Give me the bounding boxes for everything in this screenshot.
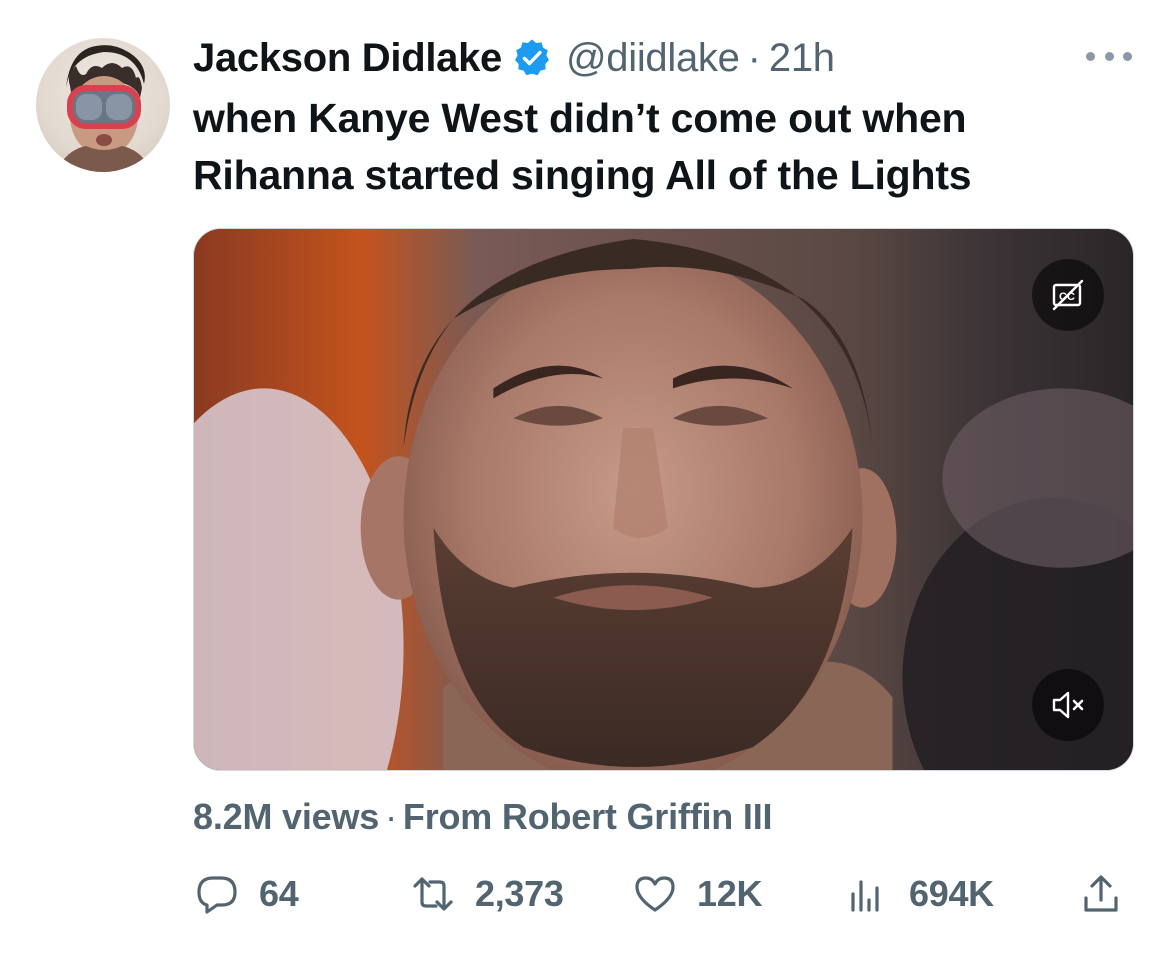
reply-icon: [193, 870, 241, 918]
author-name[interactable]: Jackson Didlake: [193, 36, 502, 81]
views-icon: [843, 870, 891, 918]
views-button[interactable]: 694K: [843, 862, 994, 926]
retweet-button[interactable]: 2,373: [409, 862, 564, 926]
muted-speaker-icon: [1052, 691, 1084, 719]
tweet-timestamp[interactable]: 21h: [769, 36, 835, 81]
avatar[interactable]: [36, 38, 170, 172]
like-count: 12K: [697, 873, 763, 914]
video-player[interactable]: CC: [193, 228, 1134, 771]
more-dot: [1104, 51, 1114, 61]
captions-button[interactable]: CC: [1032, 259, 1104, 331]
mute-button[interactable]: [1032, 669, 1104, 741]
video-frame: [194, 229, 1133, 770]
cc-icon: CC: [1052, 279, 1084, 311]
reply-button[interactable]: 64: [193, 862, 299, 926]
video-attribution[interactable]: From Robert Griffin III: [403, 796, 773, 837]
share-button[interactable]: [1077, 862, 1125, 926]
views-count: 694K: [909, 873, 994, 914]
like-icon: [631, 870, 679, 918]
tweet-header: Jackson Didlake @diidlake · 21h: [193, 34, 835, 82]
tweet: Jackson Didlake @diidlake · 21h when Kan…: [0, 0, 1170, 964]
meta-separator: ·: [385, 796, 397, 837]
author-handle[interactable]: @diidlake: [566, 36, 740, 81]
view-count-line: 8.2M views · From Robert Griffin III: [193, 796, 773, 838]
retweet-icon: [409, 870, 457, 918]
more-dot: [1086, 51, 1095, 61]
verified-badge-icon: [512, 38, 552, 78]
share-icon: [1077, 870, 1125, 918]
retweet-count: 2,373: [475, 873, 564, 914]
header-separator: ·: [747, 35, 761, 80]
tweet-text: when Kanye West didn’t come out when Rih…: [193, 95, 972, 198]
action-bar: 64 2,373 12K 694K: [193, 862, 1134, 926]
reply-count: 64: [259, 873, 299, 914]
view-count: 8.2M views: [193, 796, 380, 837]
more-dot: [1123, 51, 1132, 61]
more-options-icon[interactable]: [1086, 46, 1132, 66]
like-button[interactable]: 12K: [631, 862, 762, 926]
